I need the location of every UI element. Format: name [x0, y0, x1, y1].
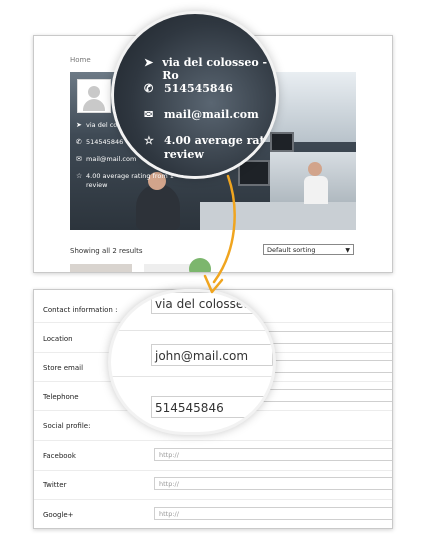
pointer-arrow-icon — [203, 174, 236, 294]
